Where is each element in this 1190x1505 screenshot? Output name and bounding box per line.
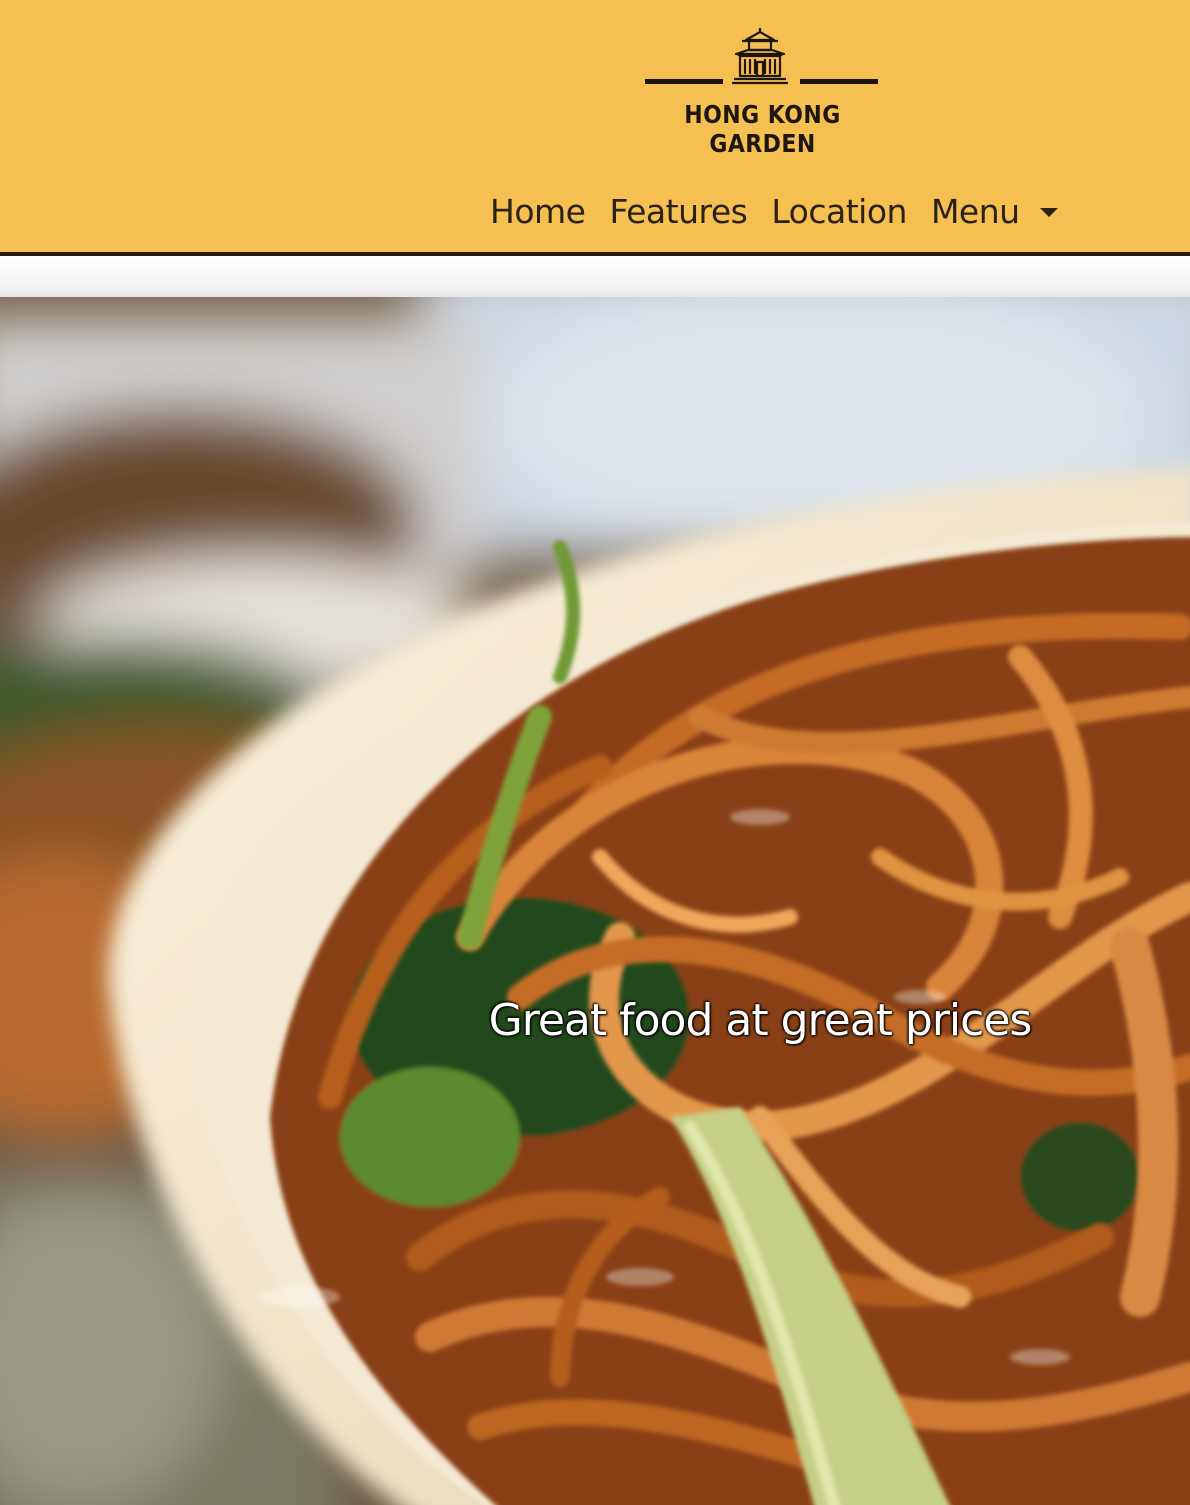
caret-down-icon: [1039, 207, 1058, 217]
header-shadow-strip: [0, 256, 1190, 297]
logo-divider-right: [800, 79, 878, 84]
site-header: HONG KONG GARDEN Home Features Location …: [0, 0, 1190, 256]
hero-banner: Great food at great prices: [0, 297, 1190, 1505]
brand-logo[interactable]: HONG KONG GARDEN: [620, 22, 905, 158]
temple-icon: [732, 28, 788, 85]
nav-link-features[interactable]: Features: [609, 192, 747, 231]
main-nav: Home Features Location Menu: [490, 188, 1058, 234]
nav-link-menu: Menu: [930, 191, 1020, 231]
nav-link-location[interactable]: Location: [771, 192, 907, 231]
nav-link-home[interactable]: Home: [490, 192, 586, 231]
hero-caption: Great food at great prices: [488, 995, 1033, 1046]
menu-dropdown-toggle[interactable]: Menu: [931, 192, 1058, 231]
noodles-photo: [0, 297, 1190, 1505]
brand-name: HONG KONG GARDEN: [684, 100, 841, 158]
logo-divider-left: [645, 79, 723, 84]
